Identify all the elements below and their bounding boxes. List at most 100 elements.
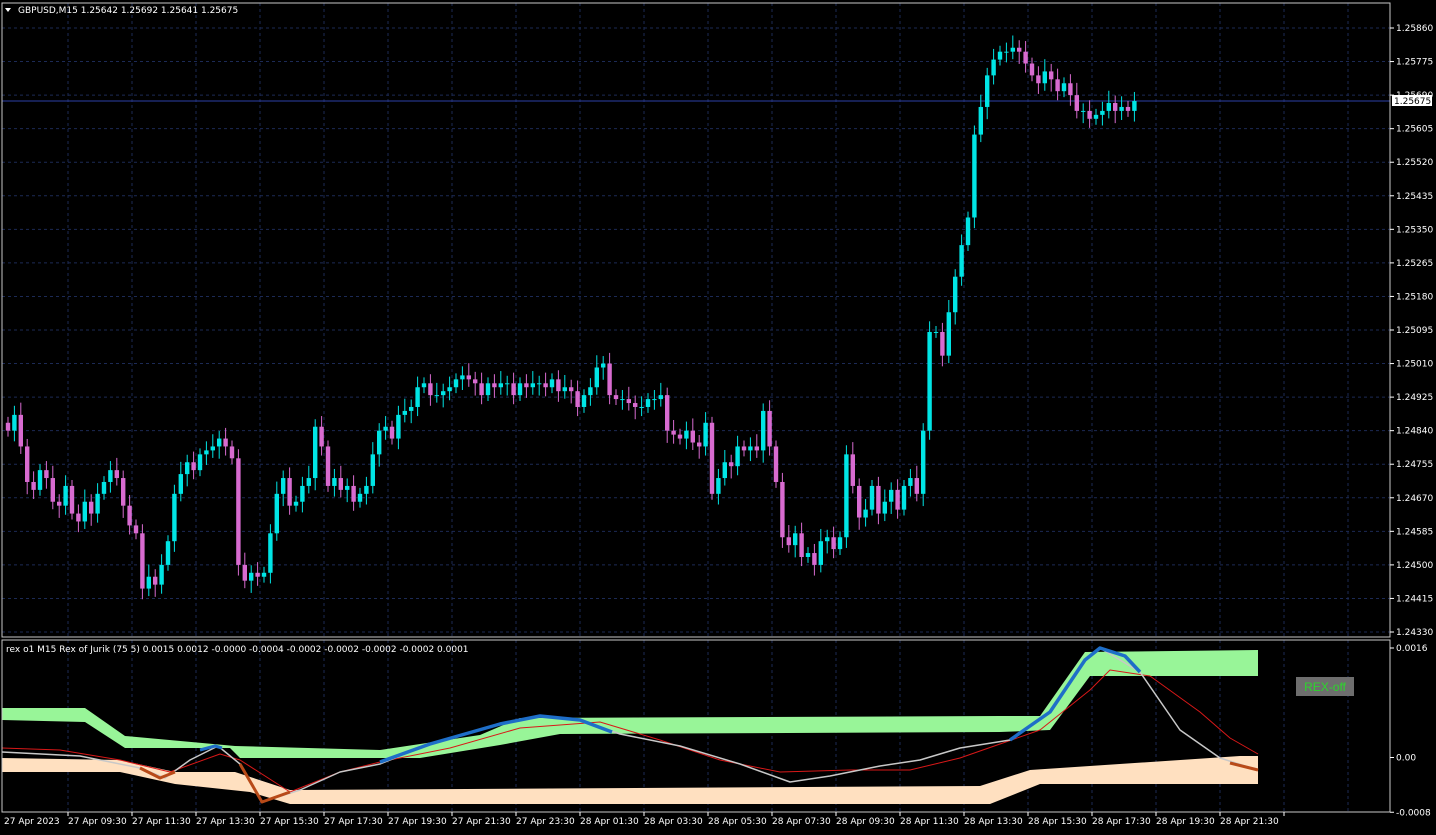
price-axis: 1.258601.257751.256901.256051.255201.254…: [1390, 24, 1433, 638]
price-tick-label: 1.25860: [1396, 24, 1433, 34]
candle-body: [249, 572, 254, 581]
candle-body: [607, 363, 612, 396]
candle-body: [313, 426, 318, 479]
candle-body: [601, 363, 606, 368]
candle-body: [812, 553, 817, 565]
candle-body: [37, 470, 43, 490]
candle-body: [82, 501, 87, 522]
candle-body: [191, 462, 196, 471]
candle-body: [569, 387, 574, 392]
candle-body: [1087, 110, 1092, 119]
candle-body: [383, 426, 388, 431]
candle-body: [57, 501, 62, 506]
indicator-tick-label: 0.00: [1396, 754, 1416, 764]
candle-body: [441, 391, 446, 396]
indicator-axis: 0.0016 0.00 -0.0008: [1390, 644, 1431, 818]
candle-body: [217, 438, 222, 447]
symbol-header: GBPUSD,M15 1.25642 1.25692 1.25641 1.256…: [18, 6, 238, 16]
candle-body: [1023, 51, 1028, 64]
price-tick-label: 1.24755: [1396, 460, 1433, 470]
candle-body: [1004, 51, 1009, 53]
candle-body: [575, 391, 580, 407]
candle-body: [319, 426, 324, 447]
candle-body: [588, 387, 593, 396]
rex-off-button[interactable]: REX-off: [1296, 677, 1354, 696]
candle-body: [165, 541, 171, 565]
time-tick-label: 27 Apr 19:30: [388, 817, 447, 827]
candle-body: [434, 395, 439, 397]
candle-body: [901, 485, 907, 510]
candle-body: [44, 470, 49, 479]
candle-body: [473, 379, 478, 384]
candle-body: [857, 485, 862, 518]
candle-body: [1132, 101, 1137, 111]
candle-body: [959, 245, 964, 277]
candle-body: [594, 367, 599, 388]
candle-body: [101, 481, 107, 494]
time-tick-label: 28 Apr 19:30: [1156, 817, 1215, 827]
candle-body: [127, 505, 132, 526]
price-tick-label: 1.24925: [1396, 393, 1433, 403]
candle-body: [69, 485, 75, 514]
time-tick-label: 27 Apr 15:30: [260, 817, 319, 827]
candle-body: [985, 75, 990, 107]
candle-body: [287, 478, 292, 506]
candle-body: [889, 489, 894, 502]
candle-body: [25, 446, 30, 482]
time-tick-label: 28 Apr 11:30: [900, 817, 959, 827]
candle-body: [197, 454, 203, 471]
candle-body: [76, 513, 81, 522]
candle-body: [453, 379, 459, 388]
candle-body: [1055, 79, 1060, 92]
candle-body: [306, 478, 311, 486]
candle-body: [581, 395, 587, 407]
candle-body: [754, 446, 759, 451]
time-tick-label: 28 Apr 03:30: [644, 817, 703, 827]
time-tick-label: 28 Apr 05:30: [708, 817, 767, 827]
chart-window[interactable]: 1.258601.257751.256901.256051.255201.254…: [0, 0, 1436, 832]
candle-body: [5, 422, 11, 431]
candle-body: [1081, 110, 1086, 112]
candle-body: [479, 383, 484, 396]
candle-body: [447, 387, 452, 392]
candle-body: [31, 481, 36, 490]
candle-body: [18, 414, 23, 447]
time-tick-label: 28 Apr 15:30: [1028, 817, 1087, 827]
price-tick-label: 1.24415: [1396, 594, 1433, 604]
candle-body: [543, 383, 548, 388]
candle-body: [786, 537, 791, 546]
candle-body: [933, 331, 939, 333]
candle-body: [709, 422, 715, 494]
candle-body: [204, 450, 209, 455]
candle-body: [498, 383, 503, 388]
candle-body: [972, 134, 977, 218]
candle-body: [1125, 106, 1131, 111]
price-tick-label: 1.25775: [1396, 58, 1433, 68]
triangle-down-icon[interactable]: [5, 8, 11, 12]
candle-body: [377, 430, 382, 455]
price-tick-label: 1.25180: [1396, 292, 1433, 302]
candle-body: [991, 59, 996, 76]
candle-body: [1113, 103, 1118, 111]
time-tick-label: 28 Apr 13:30: [964, 817, 1023, 827]
chart-canvas[interactable]: 1.258601.257751.256901.256051.255201.254…: [0, 0, 1436, 832]
candle-body: [210, 446, 215, 451]
candle-body: [89, 501, 94, 514]
candle-body: [178, 474, 183, 494]
candle-body: [908, 478, 913, 486]
candle-body: [332, 478, 337, 486]
candle-body: [1029, 63, 1035, 76]
candle-body: [997, 51, 1003, 60]
price-tick-label: 1.24585: [1396, 527, 1433, 537]
candle-body: [767, 410, 772, 447]
candle-body: [223, 438, 228, 447]
candle-body: [466, 375, 471, 380]
candle-body: [172, 493, 177, 542]
time-tick-label: 27 Apr 11:30: [132, 817, 191, 827]
candle-body: [325, 446, 331, 486]
indicator-series: [1, 646, 1259, 804]
candle-body: [684, 430, 689, 439]
candlestick-series: [5, 35, 1137, 600]
candle-body: [517, 383, 523, 396]
candle-body: [850, 454, 855, 486]
